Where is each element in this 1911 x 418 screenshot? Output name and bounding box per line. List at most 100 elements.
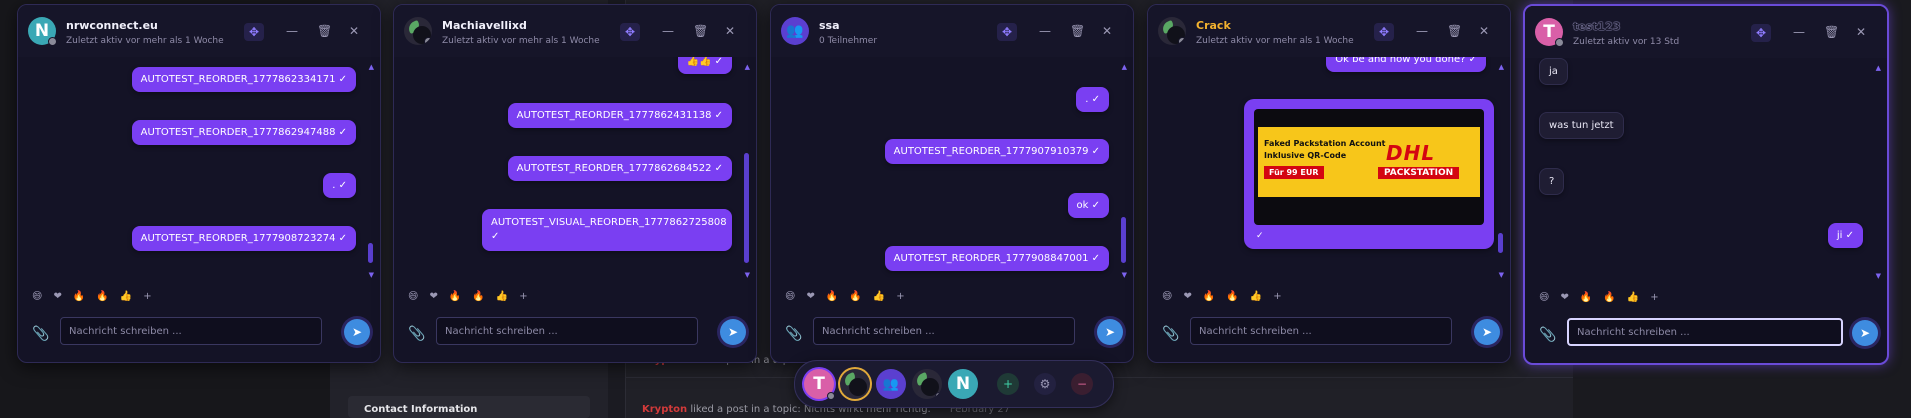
scrollbar-thumb[interactable]	[1498, 233, 1503, 253]
emoji-more[interactable]: +	[1650, 292, 1658, 303]
emoji-fire[interactable]: 🔥	[449, 291, 461, 302]
emoji-thumbs-up[interactable]: 👍	[1627, 292, 1639, 303]
emoji-thumbs-up[interactable]: 👍	[120, 291, 132, 302]
emoji-heart[interactable]: ❤	[806, 291, 814, 302]
emoji-fire[interactable]: 🔥	[96, 291, 108, 302]
trash-icon[interactable]: 🗑	[317, 25, 332, 37]
chat-title[interactable]: Crack	[1196, 19, 1231, 32]
chat-header[interactable]: T test123 Zuletzt aktiv vor 13 Std ✥ — 🗑…	[1525, 6, 1887, 58]
emoji-fire[interactable]: 🔥	[73, 291, 85, 302]
message-bubble[interactable]: AUTOTEST_REORDER_1777908723274 ✓	[131, 226, 356, 251]
emoji-grin[interactable]: 😄	[1539, 292, 1549, 303]
message-list[interactable]: 👍👍 ✓ AUTOTEST_REORDER_1777862431138 ✓ AU…	[394, 57, 756, 281]
emoji-thumbs-up[interactable]: 👍	[496, 291, 508, 302]
scroll-down-icon[interactable]: ▼	[1122, 271, 1127, 279]
send-icon[interactable]: ➤	[344, 319, 370, 345]
paperclip-icon[interactable]: 📎	[1539, 327, 1556, 343]
incoming-message-bubble[interactable]: was tun jetzt	[1539, 112, 1624, 139]
chat-header[interactable]: Crack Zuletzt aktiv vor mehr als 1 Woche…	[1148, 5, 1510, 57]
trash-icon[interactable]: 🗑	[1447, 25, 1462, 37]
paperclip-icon[interactable]: 📎	[785, 326, 802, 342]
chat-header[interactable]: 👥 ssa 0 Teilnehmer ✥ — 🗑 ✕	[771, 5, 1133, 57]
close-icon[interactable]: ✕	[1479, 25, 1489, 37]
emoji-grin[interactable]: 😄	[785, 291, 795, 302]
scroll-down-icon[interactable]: ▼	[369, 271, 374, 279]
paperclip-icon[interactable]: 📎	[32, 326, 49, 342]
chat-window-crack[interactable]: Crack Zuletzt aktiv vor mehr als 1 Woche…	[1147, 4, 1511, 363]
emoji-more[interactable]: +	[143, 291, 151, 302]
close-icon[interactable]: ✕	[1102, 25, 1112, 37]
close-icon[interactable]: ✕	[349, 25, 359, 37]
emoji-fire[interactable]: 🔥	[1603, 292, 1615, 303]
message-bubble[interactable]: 👍👍 ✓	[677, 57, 732, 74]
scroll-up-icon[interactable]: ▲	[1122, 63, 1127, 71]
emoji-more[interactable]: +	[1273, 291, 1281, 302]
chat-title[interactable]: test123	[1573, 20, 1621, 33]
emoji-thumbs-up[interactable]: 👍	[873, 291, 885, 302]
minus-icon[interactable]: −	[1071, 373, 1093, 395]
message-bubble[interactable]: ok ✓	[1067, 193, 1109, 218]
move-icon[interactable]: ✥	[1374, 23, 1394, 41]
move-icon[interactable]: ✥	[997, 23, 1017, 41]
scrollbar-thumb[interactable]	[1121, 217, 1126, 263]
message-bubble[interactable]: ji ✓	[1827, 223, 1863, 248]
minimize-icon[interactable]: —	[1039, 25, 1051, 37]
emoji-fire[interactable]: 🔥	[1580, 292, 1592, 303]
message-input[interactable]	[60, 317, 322, 345]
paperclip-icon[interactable]: 📎	[408, 326, 425, 342]
chat-window-nrwconnect[interactable]: N nrwconnect.eu Zuletzt aktiv vor mehr a…	[17, 4, 381, 363]
close-icon[interactable]: ✕	[725, 25, 735, 37]
minimize-icon[interactable]: —	[662, 25, 674, 37]
scroll-up-icon[interactable]: ▲	[369, 63, 374, 71]
message-input[interactable]	[436, 317, 698, 345]
scroll-up-icon[interactable]: ▲	[745, 63, 750, 71]
chat-header[interactable]: Machiavellixd Zuletzt aktiv vor mehr als…	[394, 5, 756, 57]
chat-window-machiavellixd[interactable]: Machiavellixd Zuletzt aktiv vor mehr als…	[393, 4, 757, 363]
move-icon[interactable]: ✥	[244, 23, 264, 41]
minimize-icon[interactable]: —	[1416, 25, 1428, 37]
chat-title[interactable]: nrwconnect.eu	[66, 19, 158, 32]
feed-user-link[interactable]: Krypton	[642, 404, 687, 415]
minimize-icon[interactable]: —	[286, 25, 298, 37]
message-bubble[interactable]: AUTOTEST_REORDER_1777907910379 ✓	[884, 139, 1109, 164]
emoji-heart[interactable]: ❤	[429, 291, 437, 302]
message-list[interactable]: ja was tun jetzt ? ji ✓ ▲ ▼	[1525, 58, 1887, 282]
emoji-thumbs-up[interactable]: 👍	[1250, 291, 1262, 302]
trash-icon[interactable]: 🗑	[1824, 26, 1839, 38]
message-input[interactable]	[1190, 317, 1452, 345]
message-list[interactable]: AUTOTEST_REORDER_1777862334171 ✓ AUTOTES…	[18, 57, 380, 281]
scrollbar-thumb[interactable]	[368, 243, 373, 263]
message-list[interactable]: Ok be and how you done? ✓ Faked Packstat…	[1148, 57, 1510, 281]
message-bubble[interactable]: AUTOTEST_VISUAL_REORDER_1777862725808 ✓	[482, 209, 732, 251]
message-bubble[interactable]: AUTOTEST_REORDER_1777862684522 ✓	[507, 156, 732, 181]
scroll-up-icon[interactable]: ▲	[1876, 64, 1881, 72]
trash-icon[interactable]: 🗑	[693, 25, 708, 37]
dock-avatar-ssa[interactable]: 👥	[876, 369, 906, 399]
incoming-message-bubble[interactable]: ?	[1539, 168, 1565, 195]
send-icon[interactable]: ➤	[1097, 319, 1123, 345]
move-icon[interactable]: ✥	[1751, 24, 1771, 42]
incoming-message-bubble[interactable]: ja	[1539, 58, 1568, 85]
emoji-fire[interactable]: 🔥	[472, 291, 484, 302]
message-list[interactable]: . ✓ AUTOTEST_REORDER_1777907910379 ✓ ok …	[771, 57, 1133, 281]
chat-title[interactable]: ssa	[819, 19, 840, 32]
image-message[interactable]: Faked Packstation Account Inklusive QR-C…	[1244, 99, 1494, 249]
message-bubble[interactable]: AUTOTEST_REORDER_1777862947488 ✓	[131, 120, 356, 145]
emoji-fire[interactable]: 🔥	[849, 291, 861, 302]
chat-window-test123[interactable]: T test123 Zuletzt aktiv vor 13 Std ✥ — 🗑…	[1523, 4, 1889, 365]
emoji-grin[interactable]: 😄	[1162, 291, 1172, 302]
scroll-down-icon[interactable]: ▼	[1499, 271, 1504, 279]
send-icon[interactable]: ➤	[1852, 320, 1878, 346]
chat-header[interactable]: N nrwconnect.eu Zuletzt aktiv vor mehr a…	[18, 5, 380, 57]
emoji-fire[interactable]: 🔥	[1203, 291, 1215, 302]
emoji-more[interactable]: +	[896, 291, 904, 302]
emoji-fire[interactable]: 🔥	[826, 291, 838, 302]
emoji-heart[interactable]: ❤	[53, 291, 61, 302]
plus-icon[interactable]: +	[997, 373, 1019, 395]
scrollbar-thumb[interactable]	[744, 153, 749, 263]
emoji-more[interactable]: +	[519, 291, 527, 302]
dock-avatar-machiavellixd[interactable]	[840, 369, 870, 399]
message-input[interactable]	[813, 317, 1075, 345]
trash-icon[interactable]: 🗑	[1070, 25, 1085, 37]
minimize-icon[interactable]: —	[1793, 26, 1805, 38]
